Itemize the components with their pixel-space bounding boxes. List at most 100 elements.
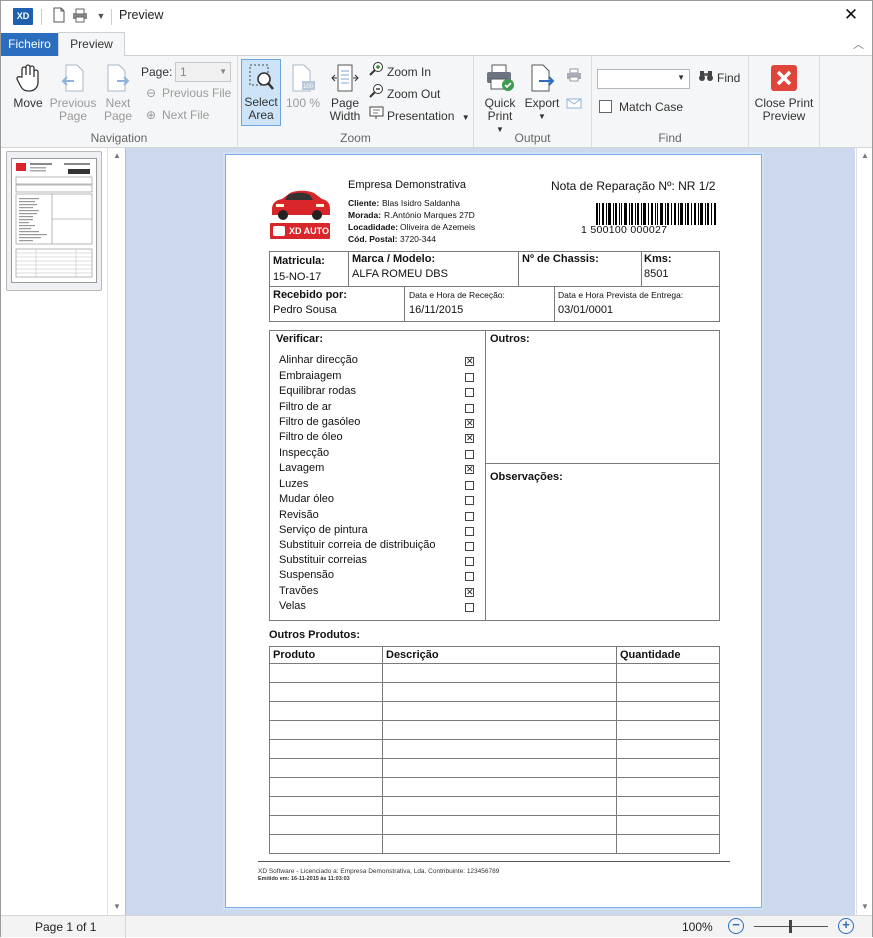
logo-text: XD AUTO <box>289 226 330 236</box>
qat-customize-icon[interactable]: ▼ <box>92 7 110 25</box>
postal-label: Cód. Postal: <box>348 234 398 244</box>
check-item-box: ✕ <box>465 433 474 443</box>
address-value: R.António Marques 27D <box>384 210 475 220</box>
entrega-label: Data e Hora Prevista de Entrega: <box>558 290 684 300</box>
presentation-label: Presentation <box>387 109 455 123</box>
check-item-box <box>465 527 474 536</box>
check-item-label: Embraiagem <box>279 370 342 382</box>
matricula-label: Matricula: <box>273 255 325 267</box>
zoom-out-icon[interactable]: − <box>728 918 744 934</box>
match-case-box[interactable] <box>599 100 612 113</box>
document-title: Nota de Reparação Nº: NR 1/2 <box>551 179 716 193</box>
zoom-100-icon: 100 <box>287 61 319 95</box>
scroll-up-icon[interactable]: ▲ <box>108 148 126 164</box>
matricula-value: 15-NO-17 <box>273 271 322 283</box>
scroll-down-icon[interactable]: ▼ <box>857 899 873 915</box>
match-case-checkbox[interactable]: Match Case <box>599 97 683 117</box>
close-preview-icon <box>768 61 800 95</box>
check-item-label: Revisão <box>279 509 319 521</box>
print-button[interactable] <box>566 68 585 88</box>
next-file-icon: ⊕ <box>145 108 157 122</box>
check-item-label: Travões <box>279 585 319 597</box>
postal-value: 3720-344 <box>400 234 436 244</box>
zoom-out-button[interactable]: Zoom Out <box>368 83 440 103</box>
thumbnail-pane <box>1 148 107 915</box>
scroll-down-icon[interactable]: ▼ <box>108 899 126 915</box>
next-file-label: Next File <box>162 108 210 122</box>
export-button[interactable]: Export ▼ <box>524 61 560 123</box>
check-item-label: Filtro de ar <box>279 401 332 413</box>
find-group-label: Find <box>658 131 682 145</box>
page-label: Page: <box>141 65 173 79</box>
check-item-label: Suspensão <box>279 569 335 581</box>
select-area-button[interactable]: Select Area <box>241 59 281 126</box>
locality-label: Locadidade: <box>348 222 399 232</box>
preview-window: XD ▼ Preview ✕ Ficheiro Preview ︿ Move P… <box>0 0 873 938</box>
barcode-number: 1 500100 000027 <box>581 224 668 236</box>
output-group-label: Output <box>514 131 551 145</box>
zoom-in-button[interactable]: Zoom In <box>368 61 431 81</box>
email-button[interactable] <box>566 96 585 116</box>
table-row <box>269 739 720 740</box>
zoom-100-button[interactable]: 100 100 % <box>285 61 321 110</box>
document-canvas[interactable]: XD AUTO Empresa Demonstrativa Nota de Re… <box>125 148 855 915</box>
table-divider <box>485 330 486 621</box>
tab-preview[interactable]: Preview <box>58 32 125 57</box>
check-item-label: Substituir correias <box>279 554 368 566</box>
new-document-icon[interactable] <box>50 7 68 25</box>
table-divider <box>382 646 383 854</box>
previous-page-label: Previous Page <box>49 96 97 123</box>
marca-value: ALFA ROMEU DBS <box>352 268 448 280</box>
group-divider <box>819 56 820 148</box>
outros-produtos-label: Outros Produtos: <box>269 629 361 641</box>
chevron-down-icon: ▼ <box>219 67 227 76</box>
previous-file-button[interactable]: ⊖ Previous File <box>143 83 231 103</box>
check-item-box <box>465 404 474 413</box>
table-divider <box>554 286 555 322</box>
zoom-slider-thumb[interactable] <box>789 920 792 933</box>
select-area-label: Select Area <box>244 95 278 122</box>
footer-license: XD Software - Licenciado a: Empresa Demo… <box>258 868 500 875</box>
table-divider <box>485 463 720 464</box>
find-input[interactable]: ▼ <box>597 69 690 89</box>
zoom-in-icon[interactable]: + <box>838 918 854 934</box>
collapse-ribbon-icon[interactable]: ︿ <box>853 36 864 52</box>
next-page-button[interactable]: Next Page <box>99 61 137 123</box>
check-item-box: ✕ <box>465 418 474 428</box>
find-button[interactable]: Find <box>698 68 740 88</box>
next-page-label: Next Page <box>103 96 133 123</box>
find-group: ▼ Find Match Case Find <box>592 56 749 148</box>
page-thumbnail[interactable] <box>6 151 102 291</box>
chevron-down-icon: ▼ <box>538 112 546 121</box>
svg-text:100: 100 <box>303 84 314 90</box>
next-file-button[interactable]: ⊕ Next File <box>143 105 209 125</box>
column-header-produto: Produto <box>273 649 316 661</box>
page-width-button[interactable]: Page Width <box>324 61 366 123</box>
zoom-100-label: 100 % <box>285 96 321 110</box>
quick-print-icon[interactable] <box>71 7 89 25</box>
close-window-icon[interactable]: ✕ <box>840 4 862 26</box>
table-row <box>269 758 720 759</box>
page-number-value: 1 <box>180 65 187 79</box>
tab-file[interactable]: Ficheiro <box>1 33 58 56</box>
check-item-label: Mudar óleo <box>279 493 335 505</box>
document-scrollbar[interactable]: ▲ ▼ <box>856 148 872 915</box>
check-item-box <box>465 496 474 505</box>
quick-print-button[interactable]: Quick Print ▼ <box>479 61 521 136</box>
zoom-in-label: Zoom In <box>387 65 432 79</box>
scroll-up-icon[interactable]: ▲ <box>857 148 873 164</box>
close-print-preview-button[interactable]: Close Print Preview <box>753 61 815 123</box>
ribbon: Move Previous Page Next Page Page: 1 ▼ ⊖ <box>1 56 872 148</box>
zoom-out-icon <box>368 83 384 104</box>
page-number-input[interactable]: 1 ▼ <box>175 62 231 82</box>
zoom-group-label: Zoom <box>340 131 371 145</box>
column-header-descricao: Descrição <box>386 649 439 661</box>
check-item-box <box>465 481 474 490</box>
presentation-icon <box>368 105 384 126</box>
output-group: Quick Print ▼ Export ▼ Output <box>474 56 592 148</box>
previous-page-button[interactable]: Previous Page <box>49 61 97 123</box>
move-button[interactable]: Move <box>7 61 49 110</box>
thumbnail-scrollbar[interactable]: ▲ ▼ <box>107 148 125 915</box>
presentation-button[interactable]: Presentation ▼ <box>368 105 470 125</box>
car-logo-icon <box>272 190 330 220</box>
